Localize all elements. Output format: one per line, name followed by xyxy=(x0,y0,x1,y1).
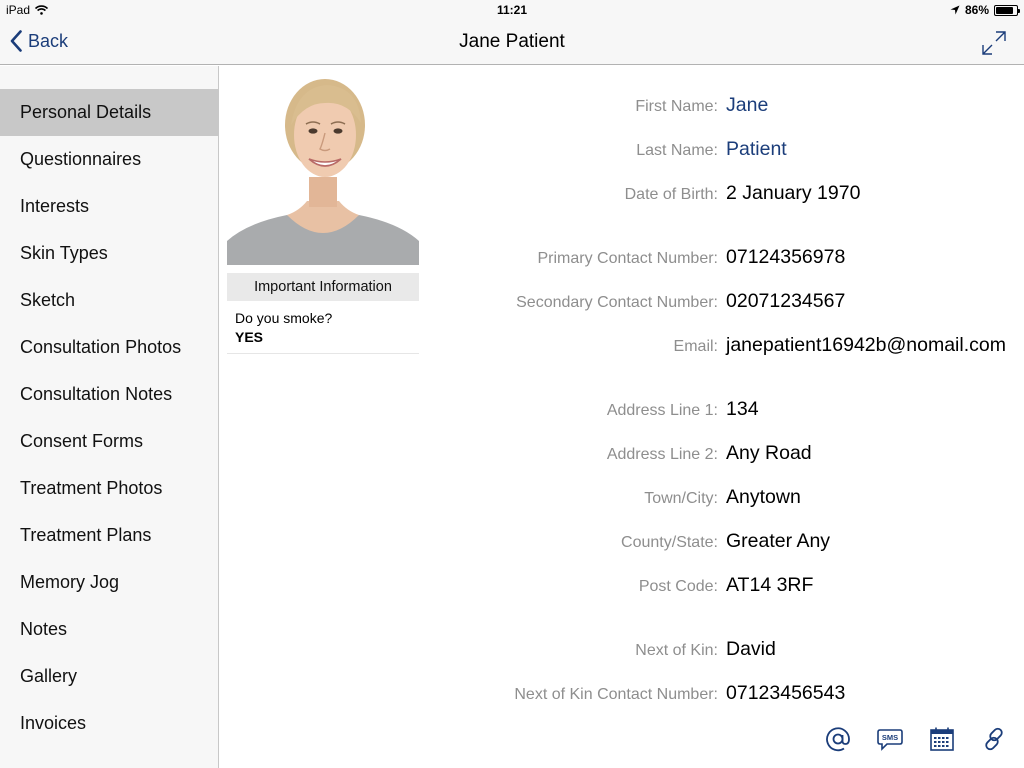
county-label: County/State: xyxy=(621,534,718,551)
status-time: 11:21 xyxy=(496,3,528,17)
important-info-header: Important Information xyxy=(227,273,419,301)
address1-label: Address Line 1: xyxy=(606,402,718,419)
postcode-label: Post Code: xyxy=(638,578,718,595)
last-name-label: Last Name: xyxy=(636,142,718,159)
sidebar-item-consultation-notes[interactable]: Consultation Notes xyxy=(0,371,218,418)
first-name-label: First Name: xyxy=(635,98,718,115)
sidebar-item-treatment-photos[interactable]: Treatment Photos xyxy=(0,465,218,512)
first-name-value: Jane xyxy=(726,94,769,116)
expand-icon xyxy=(982,31,1006,55)
field-county-state: County/State: Greater Any xyxy=(420,530,1024,556)
field-first-name: First Name: Jane xyxy=(420,94,1024,120)
next-of-kin-label: Next of Kin: xyxy=(635,642,718,659)
email-button[interactable] xyxy=(823,724,853,754)
secondary-contact-label: Secondary Contact Number: xyxy=(516,294,718,311)
sidebar-item-interests[interactable]: Interests xyxy=(0,183,218,230)
field-address-line-1: Address Line 1: 134 xyxy=(420,398,1024,424)
sms-button[interactable]: SMS xyxy=(875,724,905,754)
kin-contact-value[interactable]: 07123456543 xyxy=(726,682,845,705)
field-kin-contact: Next of Kin Contact Number: 07123456543 xyxy=(420,682,1024,708)
field-secondary-contact: Secondary Contact Number: 02071234567 xyxy=(420,290,1024,316)
field-last-name: Last Name: Patient xyxy=(420,138,1024,164)
sidebar-item-skin-types[interactable]: Skin Types xyxy=(0,230,218,277)
primary-contact-label: Primary Contact Number: xyxy=(537,250,719,267)
postcode-value: AT14 3RF xyxy=(726,574,814,596)
sidebar-item-personal-details[interactable]: Personal Details xyxy=(0,89,218,136)
field-post-code: Post Code: AT14 3RF xyxy=(420,574,1024,600)
sidebar-item-memory-jog[interactable]: Memory Jog xyxy=(0,559,218,606)
battery-level xyxy=(996,6,1014,14)
link-icon xyxy=(985,727,1003,751)
dob-value: 2 January 1970 xyxy=(726,182,861,204)
sms-icon: SMS xyxy=(877,729,903,751)
sidebar-item-treatment-plans[interactable]: Treatment Plans xyxy=(0,512,218,559)
sidebar-menu: Personal Details Questionnaires Interests S… xyxy=(0,89,218,747)
calendar-icon xyxy=(930,727,954,751)
sidebar: Personal Details Questionnaires Interests S… xyxy=(0,66,219,768)
sidebar-item-questionnaires[interactable]: Questionnaires xyxy=(0,136,218,183)
county-value: Greater Any xyxy=(726,530,831,552)
status-right: 86% xyxy=(950,3,1020,17)
battery-percent: 86% xyxy=(964,3,989,17)
location-arrow-icon xyxy=(950,5,960,15)
primary-contact-value[interactable]: 07124356978 xyxy=(726,246,845,269)
action-toolbar: SMS xyxy=(0,724,1024,754)
field-next-of-kin: Next of Kin: David xyxy=(420,638,1024,664)
address2-value: Any Road xyxy=(726,442,812,464)
battery-icon xyxy=(994,4,1020,16)
navigation-bar: Back Jane Patient xyxy=(0,20,1024,65)
sidebar-item-sketch[interactable]: Sketch xyxy=(0,277,218,324)
email-value[interactable]: janepatient16942b@nomail.com xyxy=(726,334,1006,357)
address2-label: Address Line 2: xyxy=(606,446,718,463)
field-email: Email: janepatient16942b@nomail.com xyxy=(420,334,1024,360)
patient-photo xyxy=(227,73,419,265)
email-label: Email: xyxy=(673,338,718,355)
smoking-question: Do you smoke? xyxy=(235,310,333,326)
address1-value: 134 xyxy=(726,398,759,420)
field-address-line-2: Address Line 2: Any Road xyxy=(420,442,1024,468)
important-info-body: Do you smoke? YES xyxy=(227,301,419,354)
field-town-city: Town/City: Anytown xyxy=(420,486,1024,512)
page-title: Jane Patient xyxy=(459,31,565,52)
link-button[interactable] xyxy=(979,724,1009,754)
town-value: Anytown xyxy=(726,486,801,508)
field-date-of-birth: Date of Birth: 2 January 1970 xyxy=(420,182,1024,208)
kin-contact-label: Next of Kin Contact Number: xyxy=(514,686,718,703)
last-name-value: Patient xyxy=(726,138,787,160)
secondary-contact-value[interactable]: 02071234567 xyxy=(726,290,845,313)
sms-label: SMS xyxy=(882,733,898,742)
photo-panel: Important Information Do you smoke? YES xyxy=(227,73,419,354)
sidebar-item-consultation-photos[interactable]: Consultation Photos xyxy=(0,324,218,371)
at-sign-icon xyxy=(826,727,850,752)
expand-button[interactable] xyxy=(980,29,1008,57)
sidebar-item-gallery[interactable]: Gallery xyxy=(0,653,218,700)
field-primary-contact: Primary Contact Number: 07124356978 xyxy=(420,246,1024,272)
dob-label: Date of Birth: xyxy=(624,186,718,203)
next-of-kin-value: David xyxy=(726,638,776,660)
smoking-answer: YES xyxy=(235,329,264,345)
sidebar-item-notes[interactable]: Notes xyxy=(0,606,218,653)
calendar-button[interactable] xyxy=(927,724,957,754)
town-label: Town/City: xyxy=(644,490,718,507)
sidebar-item-consent-forms[interactable]: Consent Forms xyxy=(0,418,218,465)
status-bar: iPad 11:21 86% xyxy=(0,0,1024,20)
